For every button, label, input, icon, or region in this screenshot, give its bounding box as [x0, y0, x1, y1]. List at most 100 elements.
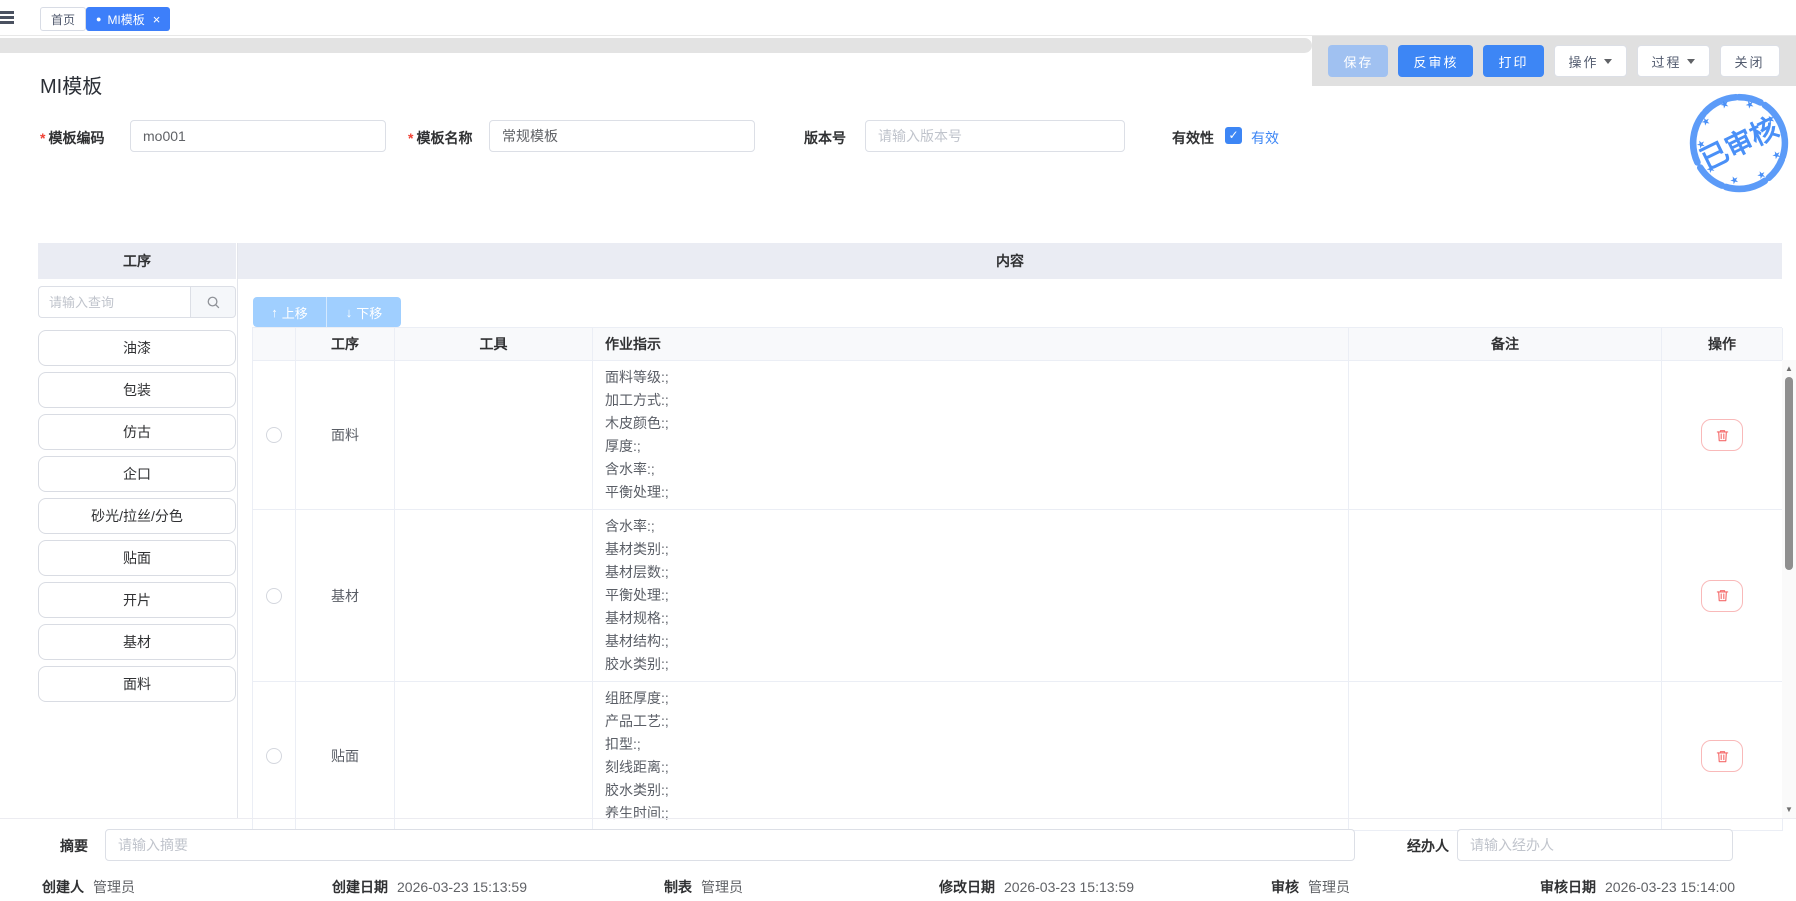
process-item-button[interactable]: 贴面: [38, 540, 236, 576]
scroll-up-icon[interactable]: ▲: [1782, 364, 1796, 373]
instruction-line: 基材层数:;: [605, 561, 1336, 584]
search-icon: [206, 295, 221, 310]
meta-value: 2026-03-23 15:13:59: [1004, 879, 1134, 895]
meta-label: 制表: [664, 879, 692, 895]
column-header: 工具: [395, 328, 593, 361]
meta-item: 创建人管理员: [42, 877, 135, 897]
instruction-line: 含水率:;: [605, 515, 1336, 538]
remark-cell: [1349, 361, 1662, 510]
operation-cell: [1662, 682, 1783, 831]
move-toolbar: ↑上移 ↓下移: [253, 297, 401, 327]
instruction-line: 平衡处理:;: [605, 481, 1336, 504]
instruction-line: 扣型:;: [605, 733, 1336, 756]
process-item-button[interactable]: 基材: [38, 624, 236, 660]
close-label: 关闭: [1735, 52, 1765, 71]
tab-close-icon[interactable]: ×: [153, 12, 161, 27]
row-radio[interactable]: [266, 588, 282, 604]
process-panel-header: 工序: [38, 243, 236, 279]
trash-icon: [1715, 428, 1730, 443]
process-item-button[interactable]: 油漆: [38, 330, 236, 366]
delete-row-button[interactable]: [1701, 740, 1743, 772]
approved-stamp: ★★★★★★★★★ 已审核: [1686, 90, 1792, 196]
table-body: 面料面料等级:;加工方式:;木皮颜色:;厚度:;含水率:;平衡处理:;基材 含水率…: [253, 361, 1782, 831]
app-root: 首页 ● MI模板 × 保存 反审核 打印 操作 过程 关闭 MI模板 *模板编…: [0, 0, 1796, 901]
delete-row-button[interactable]: [1701, 419, 1743, 451]
operation-dropdown-button[interactable]: 操作: [1554, 45, 1627, 77]
meta-label: 审核: [1271, 879, 1299, 895]
handler-input[interactable]: [1457, 829, 1733, 861]
template-name-label: *模板名称: [408, 128, 472, 148]
instruction-line: 木皮颜色:;: [605, 412, 1336, 435]
template-name-input[interactable]: [489, 120, 755, 152]
operation-cell: [1662, 510, 1783, 682]
process-cell: 面料: [296, 361, 395, 510]
table-row: 贴面组胚厚度:;产品工艺:;扣型:;刻线距离:;胶水类别:;养生时间:;: [253, 682, 1782, 831]
remark-cell: [1349, 510, 1662, 682]
process-item-button[interactable]: 砂光/拉丝/分色: [38, 498, 236, 534]
version-input[interactable]: [865, 120, 1125, 152]
vertical-scrollbar-thumb[interactable]: [1785, 377, 1793, 570]
validity-checkbox[interactable]: ✓: [1225, 127, 1242, 144]
handler-label: 经办人: [1407, 836, 1449, 856]
process-search-input[interactable]: [38, 286, 190, 318]
move-up-button[interactable]: ↑上移: [253, 297, 327, 327]
validity-label: 有效性: [1172, 128, 1214, 148]
summary-input[interactable]: [105, 829, 1355, 861]
process-cell: 基材: [296, 510, 395, 682]
meta-value: 2026-03-23 15:13:59: [397, 879, 527, 895]
process-cell: 贴面: [296, 682, 395, 831]
instruction-line: 产品工艺:;: [605, 710, 1336, 733]
meta-label: 创建日期: [332, 879, 388, 895]
instruction-line: 胶水类别:;: [605, 779, 1336, 802]
save-button[interactable]: 保存: [1328, 45, 1388, 77]
tool-cell: [395, 682, 593, 831]
chevron-down-icon: [1687, 59, 1695, 64]
move-down-button[interactable]: ↓下移: [327, 297, 401, 327]
version-label: 版本号: [804, 128, 846, 148]
meta-label: 创建人: [42, 879, 84, 895]
process-item-button[interactable]: 仿古: [38, 414, 236, 450]
close-button[interactable]: 关闭: [1720, 45, 1780, 77]
validity-value-label: 有效: [1251, 128, 1279, 148]
template-code-input[interactable]: [130, 120, 386, 152]
tool-cell: [395, 510, 593, 682]
process-item-button[interactable]: 面料: [38, 666, 236, 702]
print-label: 打印: [1498, 52, 1528, 71]
column-header: 备注: [1349, 328, 1662, 361]
horizontal-scrollbar-thumb[interactable]: [0, 38, 1312, 53]
vertical-scrollbar[interactable]: ▲ ▼: [1782, 360, 1796, 818]
reverse-audit-button[interactable]: 反审核: [1398, 45, 1473, 77]
table-row: 基材含水率:;基材类别:;基材层数:;平衡处理:;基材规格:;基材结构:;胶水类…: [253, 510, 1782, 682]
instruction-line: 养生时间:;: [605, 802, 1336, 825]
delete-row-button[interactable]: [1701, 580, 1743, 612]
process-label: 过程: [1652, 52, 1682, 71]
process-search: [38, 286, 236, 318]
print-button[interactable]: 打印: [1483, 45, 1543, 77]
meta-item: 审核管理员: [1271, 877, 1350, 897]
action-toolbar: 保存 反审核 打印 操作 过程 关闭: [1312, 36, 1796, 86]
tab-home[interactable]: 首页: [40, 7, 86, 31]
process-item-button[interactable]: 包装: [38, 372, 236, 408]
process-item-button[interactable]: 企口: [38, 456, 236, 492]
scroll-down-icon[interactable]: ▼: [1782, 805, 1796, 814]
process-item-button[interactable]: 开片: [38, 582, 236, 618]
column-header: 作业指示: [593, 328, 1349, 361]
meta-value: 2026-03-23 15:14:00: [1605, 879, 1735, 895]
menu-icon[interactable]: [0, 11, 10, 26]
column-header: [253, 328, 296, 361]
meta-item: 修改日期2026-03-23 15:13:59: [939, 877, 1134, 897]
instruction-line: 基材结构:;: [605, 630, 1336, 653]
check-icon: ✓: [1228, 128, 1238, 142]
row-radio[interactable]: [266, 427, 282, 443]
table-row: 面料面料等级:;加工方式:;木皮颜色:;厚度:;含水率:;平衡处理:;: [253, 361, 1782, 510]
tab-mi-template[interactable]: ● MI模板 ×: [86, 7, 170, 31]
meta-row: 创建人管理员创建日期2026-03-23 15:13:59制表管理员修改日期20…: [0, 877, 1796, 897]
search-button[interactable]: [190, 286, 236, 318]
instruction-line: 基材规格:;: [605, 607, 1336, 630]
row-radio[interactable]: [266, 748, 282, 764]
reverse-audit-label: 反审核: [1413, 52, 1458, 71]
remark-cell: [1349, 682, 1662, 831]
page-title: MI模板: [40, 70, 102, 99]
process-dropdown-button[interactable]: 过程: [1637, 45, 1710, 77]
tool-cell: [395, 361, 593, 510]
